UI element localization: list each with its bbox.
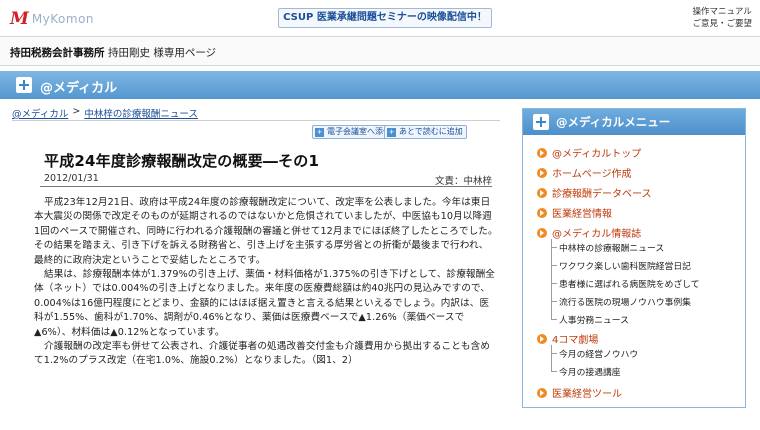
menu-item-label: ホームページ作成 [552, 169, 632, 180]
top-bar: M MyKomon CSUP 医業承継問題セミナーの映像配信中！ 操作マニュアル… [0, 0, 760, 36]
tree-line [551, 345, 552, 371]
submenu-item-hr-news[interactable]: 人事労務ニュース [559, 313, 629, 326]
read-later-button[interactable]: + あとで読むに追加 [384, 125, 467, 139]
menu-item-label: 4コマ劇場 [552, 335, 599, 346]
submenu-item-fee-news[interactable]: 中林梓の診療報酬ニュース [559, 241, 664, 254]
read-later-label: あとで読むに追加 [399, 127, 463, 136]
utility-links: 操作マニュアル ご意見・ご要望 [692, 6, 752, 30]
plus-icon [533, 114, 549, 130]
arrow-bullet-icon [537, 227, 547, 238]
tree-tick [551, 319, 557, 320]
breadcrumb-medical[interactable]: @メディカル [12, 106, 68, 120]
breadcrumb-separator: > [72, 106, 81, 117]
submenu-item-monthly-knowhow[interactable]: 今月の経営ノウハウ [559, 347, 638, 360]
article-paragraph: 結果は、診療報酬本体が1.379%の引き上げ、薬価・材料価格が1.375%の引き… [34, 269, 495, 338]
breadcrumb: @メディカル > 中林梓の診療報酬ニュース [12, 106, 198, 120]
menu-item-medical-top[interactable]: @メディカルトップ [537, 145, 641, 160]
arrow-bullet-icon [537, 207, 547, 218]
medical-menu: @メディカルメニュー @メディカルトップ ホームページ作成 診療報酬データベース… [522, 108, 746, 408]
attach-button-label: 電子会議室へ添付 [327, 127, 391, 136]
menu-item-fee-database[interactable]: 診療報酬データベース [537, 185, 652, 200]
article-author: 文責：中林梓 [434, 176, 492, 187]
client-page-label: 持田剛史 様専用ページ [108, 47, 217, 59]
tree-tick [551, 353, 557, 354]
menu-item-label: @メディカルトップ [552, 149, 642, 160]
logo-text: MyKomon [31, 12, 95, 26]
tree-tick [551, 247, 557, 248]
arrow-bullet-icon [537, 387, 547, 398]
submenu-item-hospitality[interactable]: 今月の接遇講座 [559, 365, 621, 378]
menu-item-label: @メディカル情報誌 [552, 229, 642, 240]
menu-item-journal[interactable]: @メディカル情報誌 [537, 225, 641, 240]
firm-header: 持田税務会計事務所 持田剛史 様専用ページ [0, 36, 760, 66]
tree-tick [551, 265, 557, 266]
manual-link[interactable]: 操作マニュアル [692, 6, 752, 18]
attach-to-conference-button[interactable]: + 電子会議室へ添付 [312, 125, 395, 139]
article-title: 平成24年度診療報酬改定の概要―その1 [44, 152, 320, 170]
article-paragraph: 介護報酬の改定率も併せて公表され、介護従事者の処遇改善交付金も介護費用から拠出す… [34, 341, 491, 367]
arrow-bullet-icon [537, 147, 547, 158]
arrow-bullet-icon [537, 187, 547, 198]
submenu-item-chosen-clinic[interactable]: 患者様に選ばれる病医院をめざして [559, 277, 700, 290]
menu-title: @メディカルメニュー [556, 115, 671, 129]
submenu-item-case-studies[interactable]: 流行る医院の現場ノウハウ事例集 [559, 295, 691, 308]
arrow-bullet-icon [537, 333, 547, 344]
plus-icon [16, 77, 32, 93]
tree-tick [551, 371, 557, 372]
menu-header: @メディカルメニュー [523, 109, 745, 135]
article-body: 平成23年12月21日、政府は平成24年度の診療報酬改定について、改定率を公表し… [34, 196, 498, 369]
section-band: @メディカル [0, 71, 760, 99]
submenu-item-dental-diary[interactable]: ワクワク楽しい歯科医院経営日記 [559, 259, 691, 272]
section-title: @メディカル [40, 81, 118, 96]
article-divider [40, 186, 492, 187]
breadcrumb-news[interactable]: 中林梓の診療報酬ニュース [84, 106, 198, 120]
tree-tick [551, 283, 557, 284]
menu-item-label: 診療報酬データベース [552, 189, 652, 200]
conference-icon: + [315, 128, 324, 137]
feedback-link[interactable]: ご意見・ご要望 [692, 18, 752, 30]
seminar-promo-banner[interactable]: CSUP 医業承継問題セミナーの映像配信中！ [278, 8, 492, 28]
menu-item-management-tools[interactable]: 医業経営ツール [537, 385, 622, 400]
bookmark-icon: + [387, 128, 396, 137]
divider [12, 120, 500, 121]
article-paragraph: 平成23年12月21日、政府は平成24年度の診療報酬改定について、改定率を公表し… [34, 197, 498, 266]
menu-item-homepage[interactable]: ホームページ作成 [537, 165, 632, 180]
menu-item-label: 医業経営ツール [552, 389, 622, 400]
tree-tick [551, 301, 557, 302]
tree-line [551, 239, 552, 319]
logo[interactable]: M MyKomon [10, 9, 94, 29]
logo-mark: M [10, 9, 29, 29]
arrow-bullet-icon [537, 167, 547, 178]
menu-item-label: 医業経営情報 [552, 209, 612, 220]
firm-name: 持田税務会計事務所 [10, 47, 105, 59]
article-date: 2012/01/31 [44, 173, 99, 184]
menu-item-4koma-theater[interactable]: 4コマ劇場 [537, 331, 598, 346]
menu-item-management-info[interactable]: 医業経営情報 [537, 205, 612, 220]
